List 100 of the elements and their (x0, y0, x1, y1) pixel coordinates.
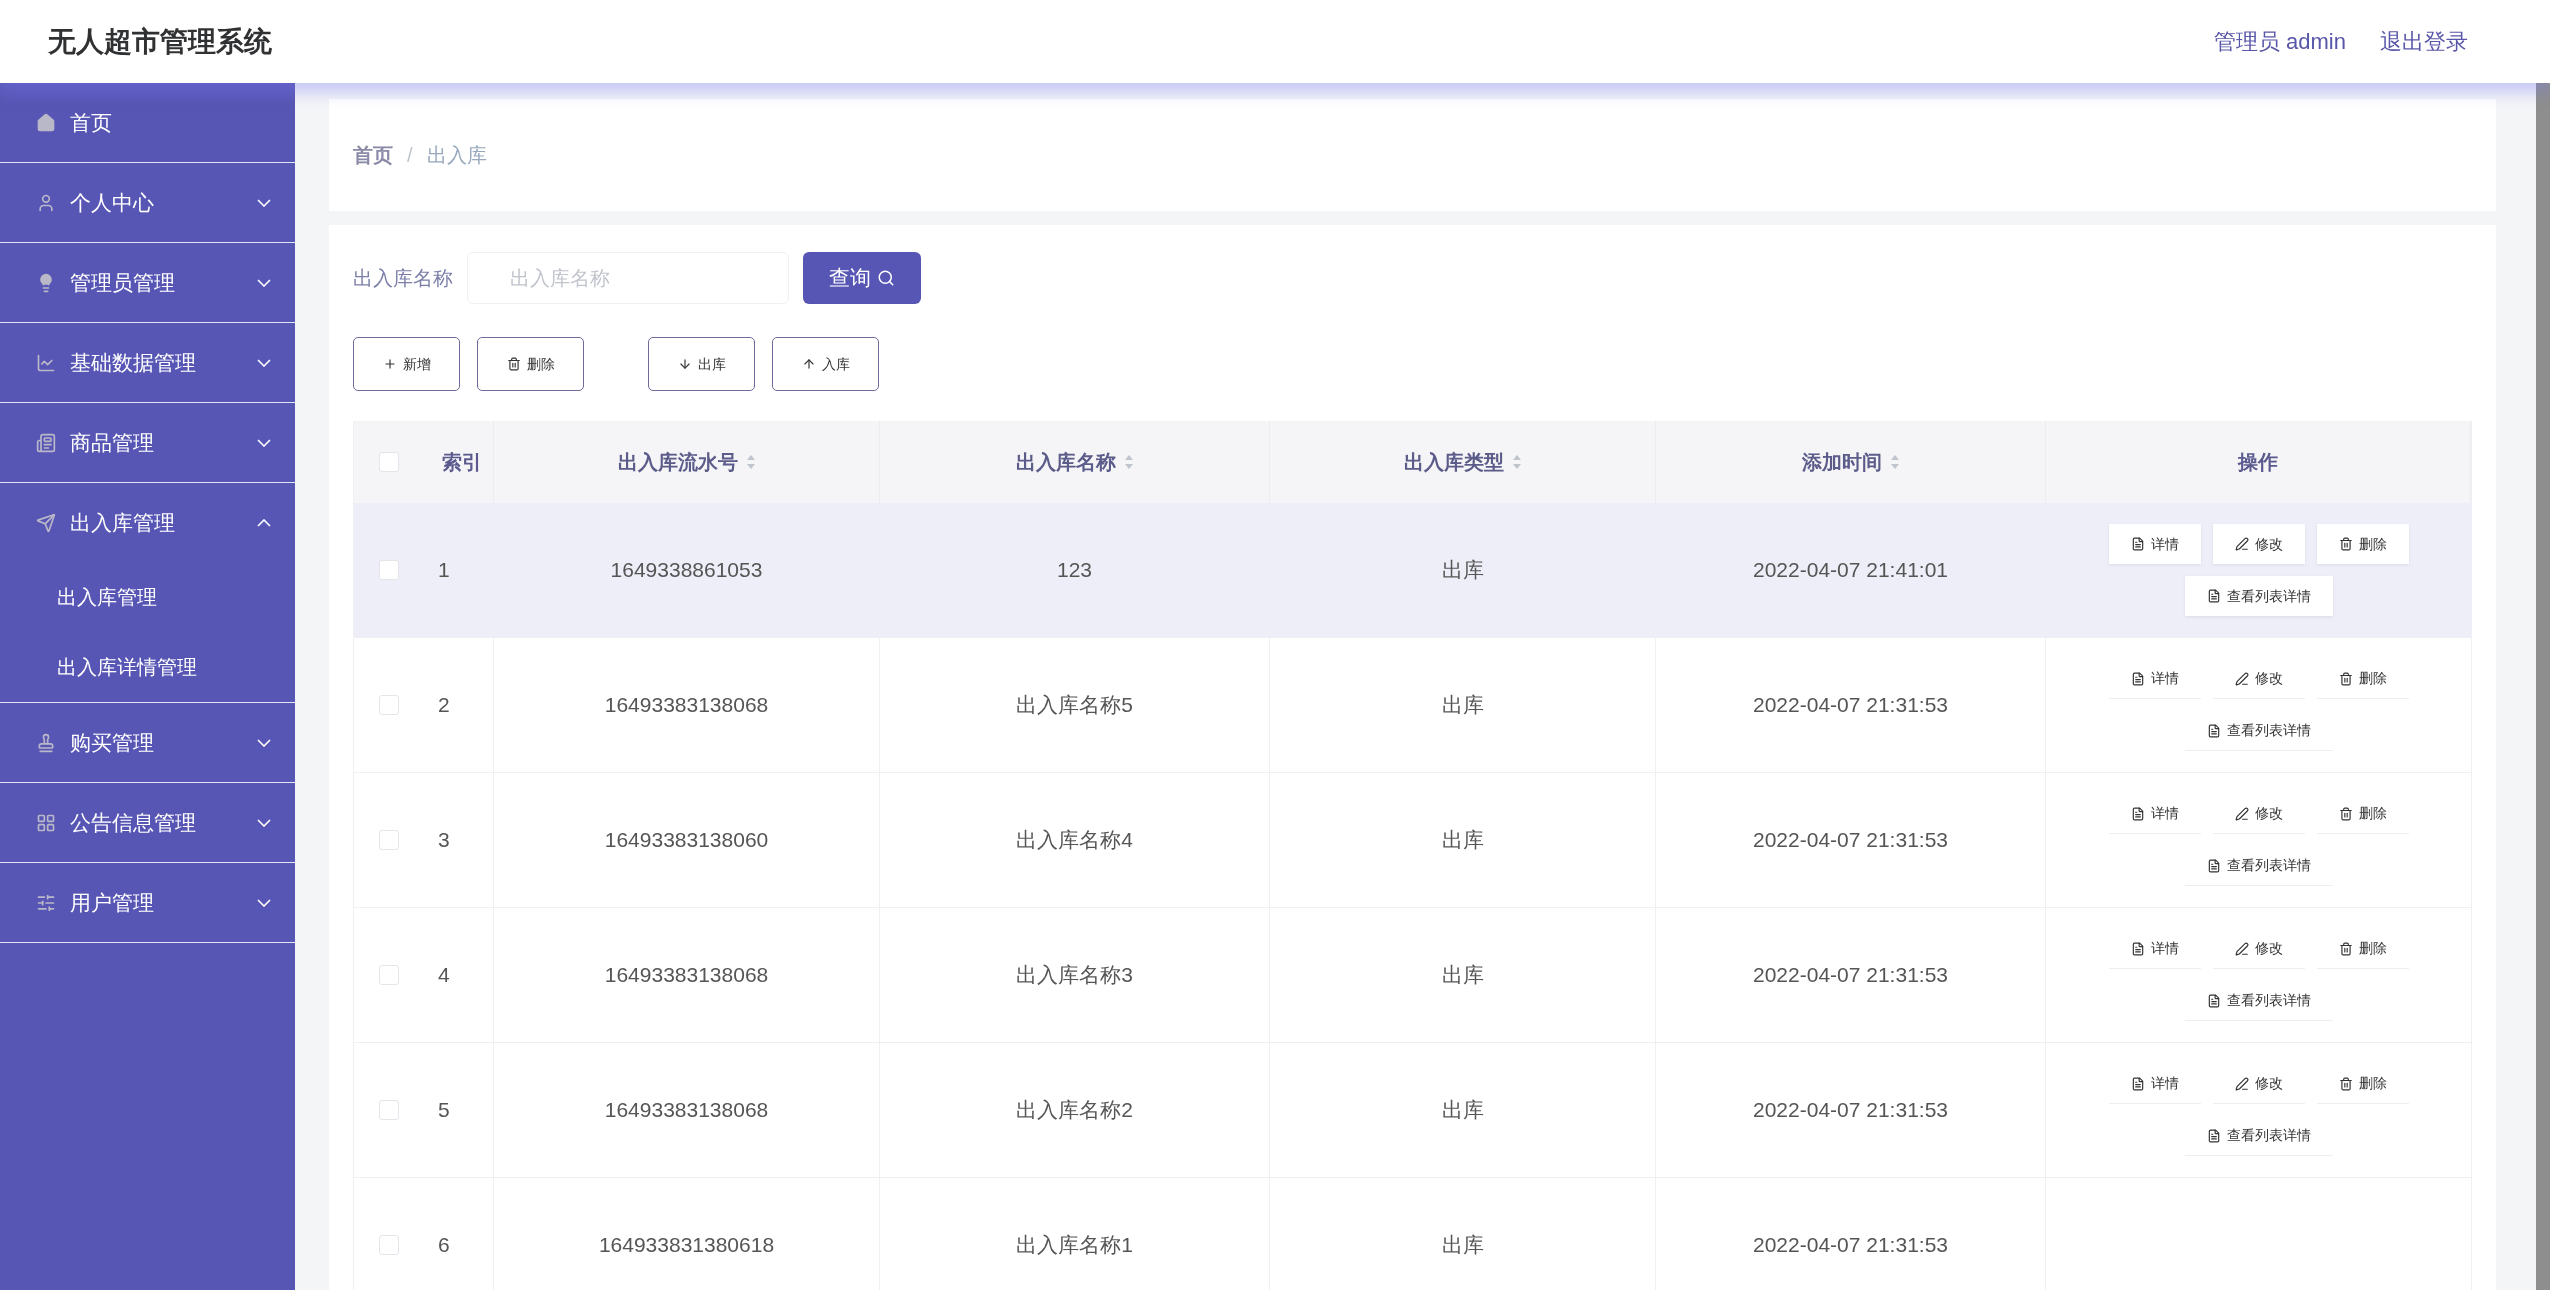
sort-icon[interactable] (745, 454, 756, 470)
sort-icon[interactable] (1889, 454, 1900, 470)
table-cell-text: 2022-04-07 21:31:53 (1753, 1097, 1948, 1124)
chart-icon (36, 352, 56, 373)
table-cell-text: 出入库名称5 (1016, 692, 1133, 719)
row-action-button[interactable]: 删除 (2316, 524, 2409, 564)
search-label: 出入库名称 (353, 266, 453, 291)
row-action-button[interactable]: 查看列表详情 (2184, 576, 2333, 616)
menu-item[interactable]: 个人中心 (0, 163, 295, 242)
menu-label: 出入库管理 (70, 509, 176, 536)
action-button[interactable]: 新增 (353, 337, 460, 391)
menu-item[interactable]: 公告信息管理 (0, 783, 295, 862)
checkbox[interactable] (379, 1235, 399, 1255)
table-cell-text: 出库 (1441, 1232, 1484, 1259)
pen-icon (2234, 941, 2249, 956)
submenu-item[interactable]: 出入库管理 (0, 562, 295, 632)
table-cell-text: 出入库名称1 (1016, 1232, 1133, 1259)
table-cell-text: 16493383138068 (604, 962, 769, 989)
table-cell-text: 123 (1056, 557, 1092, 584)
user-name: 管理员 admin (2213, 28, 2346, 56)
menu-item[interactable]: 出入库管理 (0, 483, 295, 562)
table-row[interactable]: 4 16493383138068 出入库名称3 出库 2022-04-07 21:31:53 详情 修改 删除 查看列表详情 (354, 908, 2471, 1043)
column-header: 索引 (442, 450, 482, 475)
menu-item[interactable]: 管理员管理 (0, 243, 295, 322)
document-icon (2206, 1128, 2221, 1143)
table-cell-text: 出库 (1441, 692, 1484, 719)
menu-label: 首页 (70, 109, 113, 136)
user-icon (36, 192, 56, 213)
checkbox[interactable] (379, 560, 399, 580)
send-icon (36, 512, 56, 533)
menu-label: 商品管理 (70, 429, 155, 456)
document-icon (2206, 723, 2221, 738)
action-button[interactable]: 出库 (648, 337, 755, 391)
menu-item[interactable]: 购买管理 (0, 703, 295, 782)
table-cell-text: 16493383138068 (604, 692, 769, 719)
table-cell-text: 出库 (1441, 827, 1484, 854)
scrollbar[interactable] (2536, 83, 2550, 1290)
plus-icon (382, 357, 397, 371)
sort-icon[interactable] (1123, 454, 1134, 470)
row-action-button[interactable]: 修改 (2212, 524, 2305, 564)
trash-icon (2338, 537, 2353, 551)
menu-label: 公告信息管理 (70, 809, 197, 836)
menu-label: 基础数据管理 (70, 349, 197, 376)
checkbox[interactable] (379, 452, 399, 472)
search-button[interactable]: 查询 (803, 252, 921, 304)
document-icon (2130, 806, 2145, 821)
checkbox[interactable] (379, 695, 399, 715)
search-field[interactable]: 出入库名称 (467, 252, 789, 304)
document-icon (2206, 993, 2221, 1008)
column-header[interactable]: 出入库流水号 (617, 447, 738, 477)
breadcrumb-separator: / (407, 143, 413, 168)
table-cell-text: 3 (438, 827, 450, 854)
column-header[interactable]: 出入库名称 (1015, 447, 1116, 477)
table-cell-text: 164933831380618 (598, 1232, 775, 1259)
menu-label: 购买管理 (70, 729, 155, 756)
checkbox[interactable] (379, 1100, 399, 1120)
pen-icon (2234, 1076, 2249, 1091)
menu-label: 管理员管理 (70, 269, 176, 296)
app-title: 无人超市管理系统 (48, 24, 272, 59)
table-cell-text: 出入库名称3 (1016, 962, 1133, 989)
pen-icon (2234, 806, 2249, 821)
document-icon (2206, 858, 2221, 873)
menu-item[interactable]: 首页 (0, 83, 295, 162)
sort-icon[interactable] (1511, 454, 1522, 470)
grid-icon (36, 812, 56, 833)
home-icon (36, 112, 56, 133)
action-button[interactable]: 入库 (772, 337, 879, 391)
table-row[interactable]: 1 1649338861053 123 出库 2022-04-07 21:41:01 详情 修改 删除 查看列表详情 (354, 503, 2471, 638)
pen-icon (2234, 537, 2249, 551)
action-button[interactable]: 删除 (477, 337, 584, 391)
table-row[interactable]: 3 16493383138060 出入库名称4 出库 2022-04-07 21:31:53 详情 修改 删除 查看列表详情 (354, 773, 2471, 908)
table-cell-text: 1 (438, 557, 450, 584)
menu-item[interactable]: 商品管理 (0, 403, 295, 482)
document-icon (2130, 537, 2145, 551)
table-row[interactable]: 2 16493383138068 出入库名称5 出库 2022-04-07 21:31:53 详情 修改 删除 查看列表详情 (354, 638, 2471, 773)
row-action-button[interactable]: 详情 (2108, 524, 2201, 564)
table-cell-text: 2022-04-07 21:41:01 (1753, 557, 1948, 584)
trash-icon (506, 357, 521, 371)
menu-item[interactable]: 基础数据管理 (0, 323, 295, 402)
newspaper-icon (36, 432, 56, 453)
trash-icon (2338, 671, 2353, 686)
breadcrumb-current: 出入库 (426, 143, 487, 168)
logout-link[interactable]: 退出登录 (2380, 25, 2468, 58)
menu-item[interactable]: 用户管理 (0, 863, 295, 942)
pen-icon (2234, 671, 2249, 686)
column-header[interactable]: 出入库类型 (1403, 447, 1504, 477)
menu-label: 个人中心 (70, 189, 155, 216)
column-header[interactable]: 添加时间 (1801, 447, 1882, 477)
table-row[interactable]: 5 16493383138068 出入库名称2 出库 2022-04-07 21:31:53 详情 修改 删除 查看列表详情 (354, 1043, 2471, 1178)
table-cell-text: 2 (438, 692, 450, 719)
submenu-item[interactable]: 出入库详情管理 (0, 632, 295, 702)
checkbox[interactable] (379, 965, 399, 985)
table-cell-text: 出库 (1441, 557, 1484, 584)
checkbox[interactable] (379, 830, 399, 850)
table-cell-text: 2022-04-07 21:31:53 (1753, 827, 1948, 854)
document-icon (2130, 1076, 2145, 1091)
trash-icon (2338, 806, 2353, 821)
search-icon (877, 269, 895, 287)
table-cell-text: 1649338861053 (610, 557, 763, 584)
table-cell-text: 出入库名称2 (1016, 1097, 1133, 1124)
